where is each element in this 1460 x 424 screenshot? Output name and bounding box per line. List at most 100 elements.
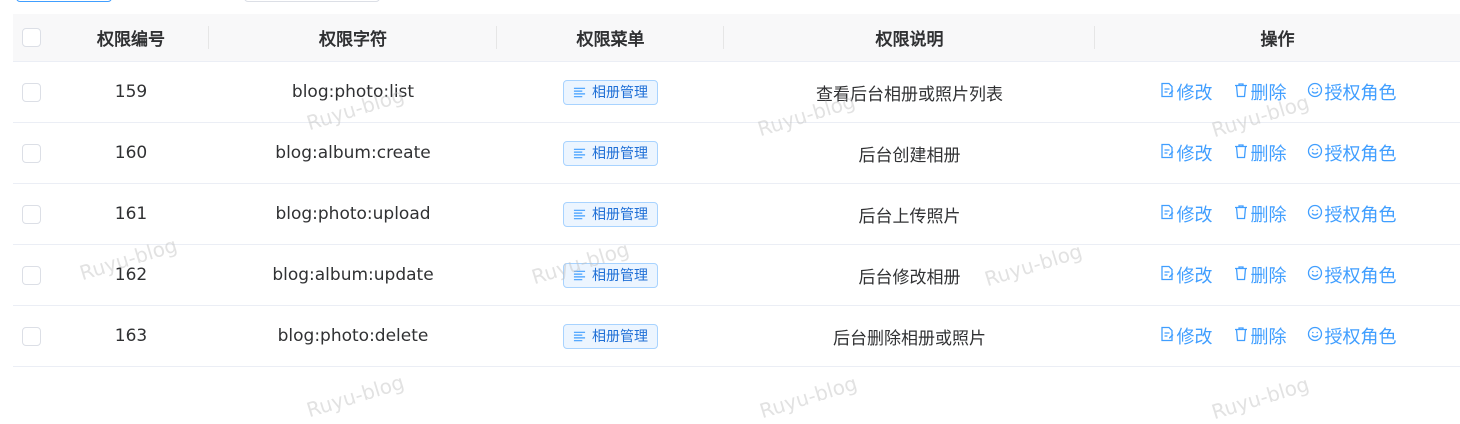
watermark: Ruyu-blog (1208, 371, 1312, 424)
delete-label: 删除 (1250, 83, 1287, 104)
cell-ops: 修改 删除 授权角色 (1095, 123, 1460, 183)
authorize-label: 授权角色 (1324, 266, 1397, 287)
table-row: 159 blog:photo:list 相册管理 查看后台相册或照片列表 修改 … (13, 62, 1460, 123)
delete-button[interactable]: 删除 (1233, 140, 1287, 166)
menu-tag-label: 相册管理 (592, 268, 648, 284)
cell-ops: 修改 删除 授权角色 (1095, 306, 1460, 366)
cell-perm: blog:photo:delete (277, 326, 429, 346)
delete-button[interactable]: 删除 (1233, 201, 1287, 227)
cell-id: 161 (114, 204, 148, 224)
cell-perm: blog:photo:list (291, 82, 415, 102)
table-row: 162 blog:album:update 相册管理 后台修改相册 修改 删除 (13, 245, 1460, 306)
column-header-ops: 操作 (1260, 30, 1295, 50)
menu-tag-label: 相册管理 (592, 329, 648, 345)
delete-button[interactable]: 删除 (1233, 262, 1287, 288)
trash-icon (1233, 204, 1249, 225)
table-row: 160 blog:album:create 相册管理 后台创建相册 修改 删除 (13, 123, 1460, 184)
trash-icon (1233, 143, 1249, 164)
authorize-label: 授权角色 (1324, 205, 1397, 226)
row-checkbox[interactable] (22, 82, 41, 102)
list-icon (573, 269, 586, 282)
cell-menu: 相册管理 (497, 306, 724, 366)
edit-button[interactable]: 修改 (1159, 262, 1213, 288)
cell-perm: blog:album:create (275, 143, 431, 163)
authorize-role-button[interactable]: 授权角色 (1307, 262, 1397, 288)
smile-user-icon (1307, 265, 1323, 286)
edit-document-icon (1159, 82, 1175, 103)
edit-document-icon (1159, 204, 1175, 225)
smile-user-icon (1307, 143, 1323, 164)
toolbar-button-primary[interactable] (16, 0, 112, 2)
authorize-role-button[interactable]: 授权角色 (1307, 79, 1397, 105)
edit-button[interactable]: 修改 (1159, 201, 1213, 227)
cell-id: 160 (114, 143, 148, 163)
menu-tag-label: 相册管理 (592, 146, 648, 162)
list-icon (573, 147, 586, 160)
smile-user-icon (1307, 82, 1323, 103)
trash-icon (1233, 82, 1249, 103)
delete-button[interactable]: 删除 (1233, 323, 1287, 349)
row-select (13, 184, 53, 244)
authorize-role-button[interactable]: 授权角色 (1307, 323, 1397, 349)
menu-tag-label: 相册管理 (592, 207, 648, 223)
column-header-perm: 权限字符 (209, 14, 497, 61)
delete-label: 删除 (1250, 266, 1287, 287)
cell-menu: 相册管理 (497, 245, 724, 305)
edit-label: 修改 (1176, 83, 1213, 104)
authorize-label: 授权角色 (1324, 327, 1397, 348)
row-checkbox[interactable] (22, 326, 41, 346)
permission-table: 权限编号 权限字符 权限菜单 权限说明 操作 159 blog:photo:li… (13, 14, 1460, 367)
toolbar-button-plain[interactable] (244, 0, 380, 2)
header-select-all (13, 14, 53, 61)
table-row: 163 blog:photo:delete 相册管理 后台删除相册或照片 修改 … (13, 306, 1460, 367)
delete-button[interactable]: 删除 (1233, 79, 1287, 105)
delete-label: 删除 (1250, 205, 1287, 226)
cell-perm: blog:photo:upload (275, 204, 431, 224)
column-header-desc: 权限说明 (724, 14, 1095, 61)
smile-user-icon (1307, 204, 1323, 225)
menu-tag-label: 相册管理 (592, 85, 648, 101)
menu-tag: 相册管理 (563, 140, 658, 166)
edit-button[interactable]: 修改 (1159, 323, 1213, 349)
cell-perm: blog:album:update (272, 265, 434, 285)
cell-desc: 查看后台相册或照片列表 (816, 84, 1003, 105)
cell-desc: 后台修改相册 (858, 267, 961, 288)
table-row: 161 blog:photo:upload 相册管理 后台上传照片 修改 删除 (13, 184, 1460, 245)
authorize-role-button[interactable]: 授权角色 (1307, 201, 1397, 227)
watermark: Ruyu-blog (303, 369, 407, 423)
menu-tag: 相册管理 (563, 262, 658, 288)
edit-label: 修改 (1176, 327, 1213, 348)
authorize-label: 授权角色 (1324, 144, 1397, 165)
cell-desc: 后台删除相册或照片 (833, 328, 986, 349)
delete-label: 删除 (1250, 144, 1287, 165)
edit-document-icon (1159, 265, 1175, 286)
list-icon (573, 330, 586, 343)
edit-document-icon (1159, 143, 1175, 164)
edit-document-icon (1159, 326, 1175, 347)
watermark: Ruyu-blog (756, 370, 860, 424)
menu-tag: 相册管理 (563, 201, 658, 227)
row-checkbox[interactable] (22, 265, 41, 285)
select-all-checkbox[interactable] (22, 28, 41, 47)
row-select (13, 123, 53, 183)
row-checkbox[interactable] (22, 204, 41, 224)
cell-desc: 后台创建相册 (858, 145, 961, 166)
menu-tag: 相册管理 (563, 323, 658, 349)
cell-desc: 后台上传照片 (858, 206, 961, 227)
trash-icon (1233, 265, 1249, 286)
authorize-role-button[interactable]: 授权角色 (1307, 140, 1397, 166)
cell-id: 162 (114, 265, 148, 285)
edit-button[interactable]: 修改 (1159, 140, 1213, 166)
row-checkbox[interactable] (22, 143, 41, 163)
table-header: 权限编号 权限字符 权限菜单 权限说明 操作 (13, 14, 1460, 62)
authorize-label: 授权角色 (1324, 83, 1397, 104)
row-select (13, 306, 53, 366)
menu-tag: 相册管理 (563, 79, 658, 105)
cell-ops: 修改 删除 授权角色 (1095, 245, 1460, 305)
smile-user-icon (1307, 326, 1323, 347)
edit-button[interactable]: 修改 (1159, 79, 1213, 105)
list-icon (573, 208, 586, 221)
cell-menu: 相册管理 (497, 184, 724, 244)
cell-menu: 相册管理 (497, 62, 724, 122)
delete-label: 删除 (1250, 327, 1287, 348)
